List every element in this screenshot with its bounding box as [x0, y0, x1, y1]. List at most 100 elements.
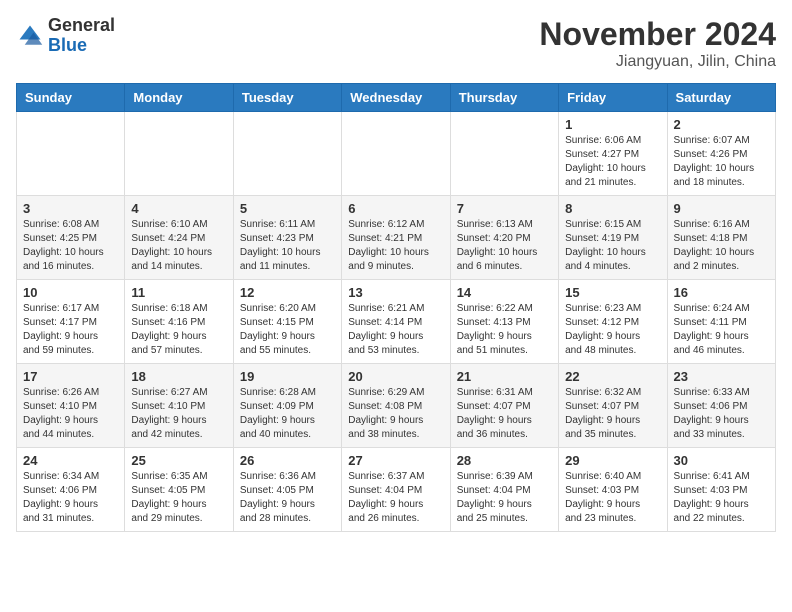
- day-info: Sunrise: 6:23 AM Sunset: 4:12 PM Dayligh…: [565, 302, 660, 358]
- calendar-cell: 18 Sunrise: 6:27 AM Sunset: 4:10 PM Dayli…: [125, 364, 233, 448]
- day-number: 9: [674, 201, 769, 216]
- day-info: Sunrise: 6:18 AM Sunset: 4:16 PM Dayligh…: [131, 302, 226, 358]
- day-number: 28: [457, 453, 552, 468]
- month-title: November 2024: [539, 16, 776, 53]
- weekday-header-friday: Friday: [559, 84, 667, 112]
- day-info: Sunrise: 6:29 AM Sunset: 4:08 PM Dayligh…: [348, 386, 443, 442]
- calendar-cell: 16Sunrise: 6:24 AM Sunset: 4:11 PM Dayli…: [667, 280, 775, 364]
- week-row-0: 1 Sunrise: 6:06 AM Sunset: 4:27 PM Daylig…: [17, 112, 776, 196]
- calendar-cell: [342, 112, 450, 196]
- day-info: Sunrise: 6:33 AM Sunset: 4:06 PM Dayligh…: [674, 386, 769, 442]
- day-info: Sunrise: 6:07 AM Sunset: 4:26 PM Dayligh…: [674, 134, 769, 190]
- calendar-cell: [450, 112, 558, 196]
- calendar-cell: 13 Sunrise: 6:21 AM Sunset: 4:14 PM Dayli…: [342, 280, 450, 364]
- calendar-cell: 19Sunrise: 6:28 AM Sunset: 4:09 PM Dayli…: [233, 364, 341, 448]
- calendar-cell: 20 Sunrise: 6:29 AM Sunset: 4:08 PM Dayli…: [342, 364, 450, 448]
- day-number: 8: [565, 201, 660, 216]
- logo-blue: Blue: [48, 35, 87, 55]
- day-number: 12: [240, 285, 335, 300]
- day-info: Sunrise: 6:28 AM Sunset: 4:09 PM Dayligh…: [240, 386, 335, 442]
- day-number: 7: [457, 201, 552, 216]
- weekday-header-thursday: Thursday: [450, 84, 558, 112]
- day-number: 20: [348, 369, 443, 384]
- calendar-cell: [125, 112, 233, 196]
- calendar-cell: 5 Sunrise: 6:11 AM Sunset: 4:23 PM Daylig…: [233, 196, 341, 280]
- day-info: Sunrise: 6:17 AM Sunset: 4:17 PM Dayligh…: [23, 302, 118, 358]
- day-number: 18: [131, 369, 226, 384]
- calendar-cell: 2 Sunrise: 6:07 AM Sunset: 4:26 PM Daylig…: [667, 112, 775, 196]
- day-number: 26: [240, 453, 335, 468]
- calendar-cell: 21Sunrise: 6:31 AM Sunset: 4:07 PM Dayli…: [450, 364, 558, 448]
- calendar-table: SundayMondayTuesdayWednesdayThursdayFrid…: [16, 83, 776, 532]
- week-row-4: 24 Sunrise: 6:34 AM Sunset: 4:06 PM Dayli…: [17, 448, 776, 532]
- location: Jiangyuan, Jilin, China: [539, 53, 776, 71]
- day-info: Sunrise: 6:11 AM Sunset: 4:23 PM Dayligh…: [240, 218, 335, 274]
- day-number: 14: [457, 285, 552, 300]
- day-info: Sunrise: 6:13 AM Sunset: 4:20 PM Dayligh…: [457, 218, 552, 274]
- weekday-header-tuesday: Tuesday: [233, 84, 341, 112]
- day-number: 17: [23, 369, 118, 384]
- calendar-cell: 28Sunrise: 6:39 AM Sunset: 4:04 PM Dayli…: [450, 448, 558, 532]
- logo-icon: [16, 22, 44, 50]
- day-info: Sunrise: 6:37 AM Sunset: 4:04 PM Dayligh…: [348, 470, 443, 526]
- day-number: 15: [565, 285, 660, 300]
- day-info: Sunrise: 6:21 AM Sunset: 4:14 PM Dayligh…: [348, 302, 443, 358]
- logo: General Blue: [16, 16, 115, 56]
- title-block: November 2024 Jiangyuan, Jilin, China: [539, 16, 776, 71]
- day-number: 23: [674, 369, 769, 384]
- calendar-cell: 4Sunrise: 6:10 AM Sunset: 4:24 PM Daylig…: [125, 196, 233, 280]
- day-info: Sunrise: 6:40 AM Sunset: 4:03 PM Dayligh…: [565, 470, 660, 526]
- day-number: 6: [348, 201, 443, 216]
- calendar-cell: 29 Sunrise: 6:40 AM Sunset: 4:03 PM Dayli…: [559, 448, 667, 532]
- day-info: Sunrise: 6:15 AM Sunset: 4:19 PM Dayligh…: [565, 218, 660, 274]
- weekday-header-row: SundayMondayTuesdayWednesdayThursdayFrid…: [17, 84, 776, 112]
- day-info: Sunrise: 6:32 AM Sunset: 4:07 PM Dayligh…: [565, 386, 660, 442]
- weekday-header-sunday: Sunday: [17, 84, 125, 112]
- calendar-cell: 1 Sunrise: 6:06 AM Sunset: 4:27 PM Daylig…: [559, 112, 667, 196]
- day-info: Sunrise: 6:26 AM Sunset: 4:10 PM Dayligh…: [23, 386, 118, 442]
- calendar-cell: 26 Sunrise: 6:36 AM Sunset: 4:05 PM Dayli…: [233, 448, 341, 532]
- calendar-cell: 23 Sunrise: 6:33 AM Sunset: 4:06 PM Dayli…: [667, 364, 775, 448]
- calendar-cell: [17, 112, 125, 196]
- page-header: General Blue November 2024 Jiangyuan, Ji…: [16, 16, 776, 71]
- weekday-header-wednesday: Wednesday: [342, 84, 450, 112]
- day-number: 2: [674, 117, 769, 132]
- day-number: 22: [565, 369, 660, 384]
- day-info: Sunrise: 6:34 AM Sunset: 4:06 PM Dayligh…: [23, 470, 118, 526]
- day-info: Sunrise: 6:36 AM Sunset: 4:05 PM Dayligh…: [240, 470, 335, 526]
- day-number: 5: [240, 201, 335, 216]
- day-number: 10: [23, 285, 118, 300]
- calendar-cell: 8 Sunrise: 6:15 AM Sunset: 4:19 PM Daylig…: [559, 196, 667, 280]
- day-info: Sunrise: 6:35 AM Sunset: 4:05 PM Dayligh…: [131, 470, 226, 526]
- day-number: 25: [131, 453, 226, 468]
- day-info: Sunrise: 6:06 AM Sunset: 4:27 PM Dayligh…: [565, 134, 660, 190]
- day-number: 21: [457, 369, 552, 384]
- day-info: Sunrise: 6:20 AM Sunset: 4:15 PM Dayligh…: [240, 302, 335, 358]
- calendar-cell: 15 Sunrise: 6:23 AM Sunset: 4:12 PM Dayli…: [559, 280, 667, 364]
- day-number: 29: [565, 453, 660, 468]
- calendar-cell: 14 Sunrise: 6:22 AM Sunset: 4:13 PM Dayli…: [450, 280, 558, 364]
- calendar-cell: 10 Sunrise: 6:17 AM Sunset: 4:17 PM Dayli…: [17, 280, 125, 364]
- calendar-cell: 6 Sunrise: 6:12 AM Sunset: 4:21 PM Daylig…: [342, 196, 450, 280]
- day-number: 11: [131, 285, 226, 300]
- day-number: 27: [348, 453, 443, 468]
- calendar-cell: 3 Sunrise: 6:08 AM Sunset: 4:25 PM Daylig…: [17, 196, 125, 280]
- day-info: Sunrise: 6:22 AM Sunset: 4:13 PM Dayligh…: [457, 302, 552, 358]
- day-number: 24: [23, 453, 118, 468]
- day-number: 16: [674, 285, 769, 300]
- day-info: Sunrise: 6:27 AM Sunset: 4:10 PM Dayligh…: [131, 386, 226, 442]
- calendar-cell: 17 Sunrise: 6:26 AM Sunset: 4:10 PM Dayli…: [17, 364, 125, 448]
- day-info: Sunrise: 6:10 AM Sunset: 4:24 PM Dayligh…: [131, 218, 226, 274]
- day-number: 13: [348, 285, 443, 300]
- day-info: Sunrise: 6:16 AM Sunset: 4:18 PM Dayligh…: [674, 218, 769, 274]
- day-number: 1: [565, 117, 660, 132]
- weekday-header-saturday: Saturday: [667, 84, 775, 112]
- calendar-cell: 12 Sunrise: 6:20 AM Sunset: 4:15 PM Dayli…: [233, 280, 341, 364]
- day-info: Sunrise: 6:08 AM Sunset: 4:25 PM Dayligh…: [23, 218, 118, 274]
- day-number: 30: [674, 453, 769, 468]
- calendar-cell: [233, 112, 341, 196]
- week-row-2: 10 Sunrise: 6:17 AM Sunset: 4:17 PM Dayli…: [17, 280, 776, 364]
- day-number: 3: [23, 201, 118, 216]
- day-info: Sunrise: 6:12 AM Sunset: 4:21 PM Dayligh…: [348, 218, 443, 274]
- calendar-cell: 22 Sunrise: 6:32 AM Sunset: 4:07 PM Dayli…: [559, 364, 667, 448]
